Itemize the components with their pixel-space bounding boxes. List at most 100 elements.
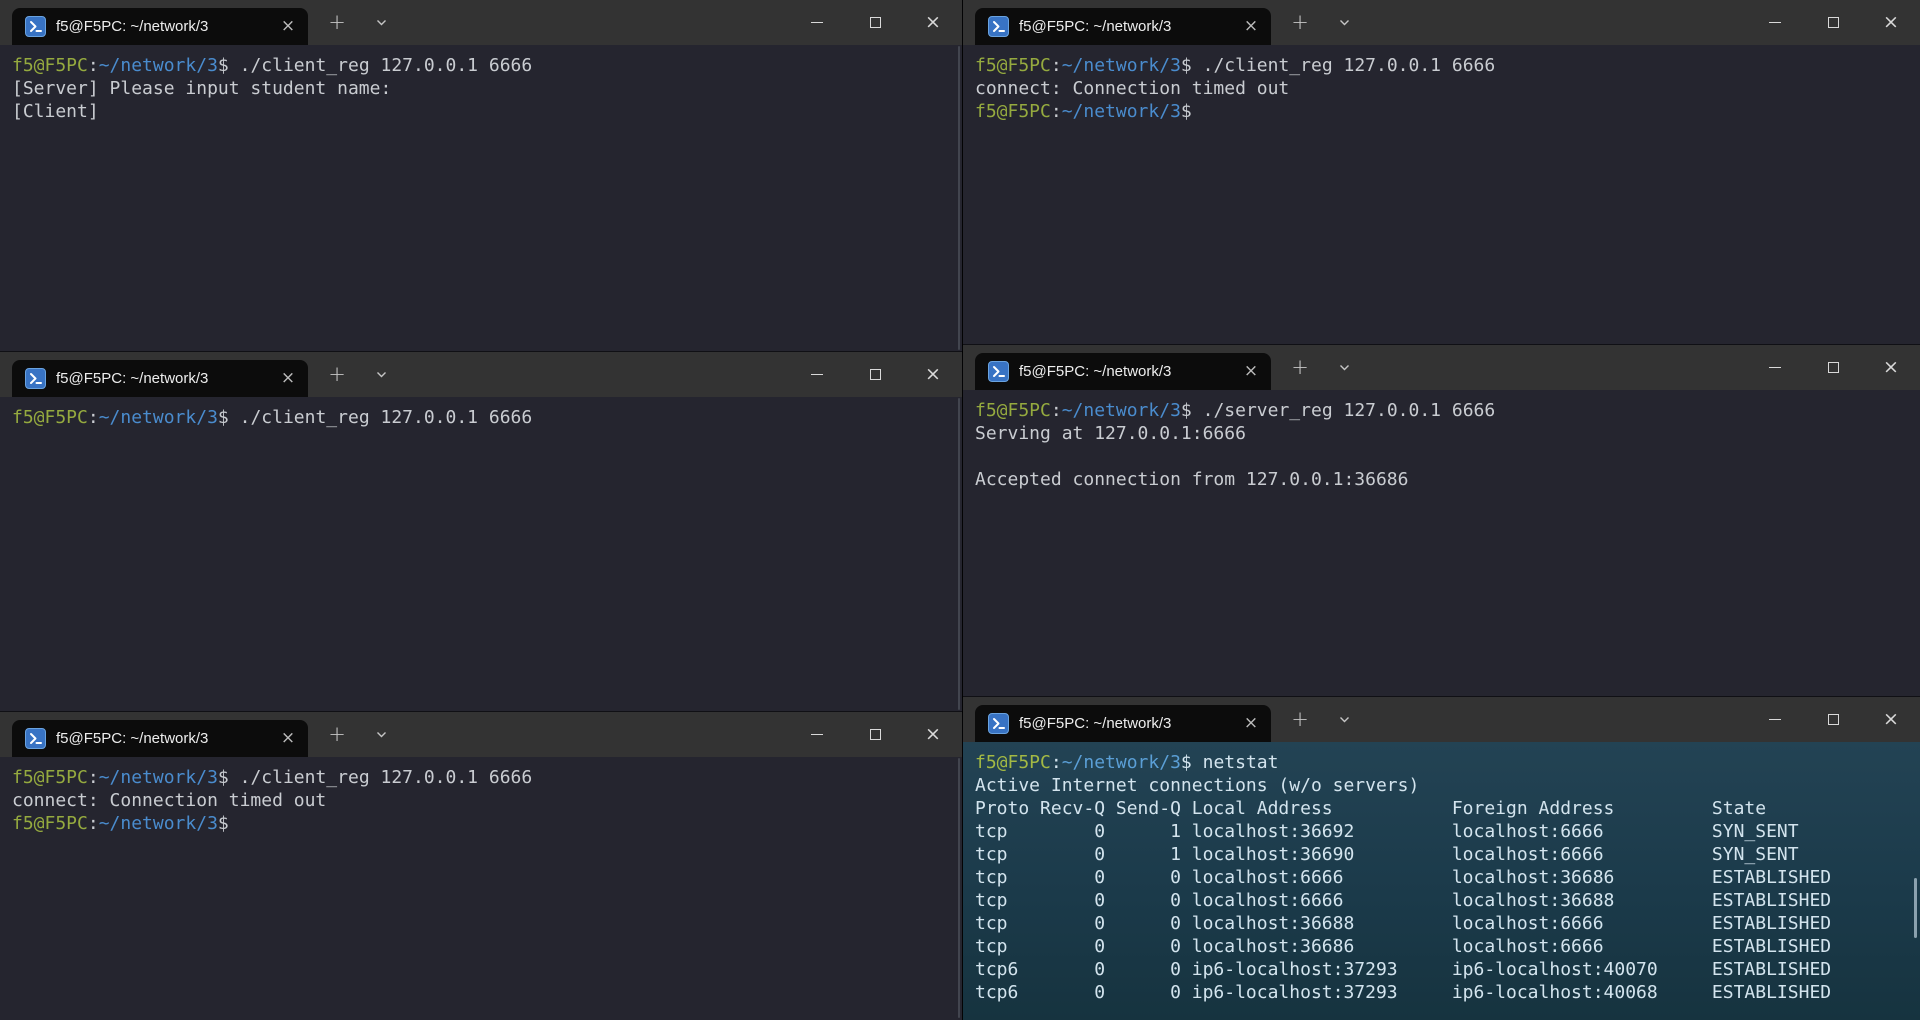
prompt-symbol: $ bbox=[218, 813, 229, 834]
command-text: ./server_reg 127.0.0.1 6666 bbox=[1203, 400, 1496, 421]
terminal-screen[interactable]: f5@F5PC:~/network/3$ ./client_reg 127.0.… bbox=[963, 45, 1920, 345]
maximize-button[interactable] bbox=[1804, 345, 1862, 390]
close-button[interactable]: × bbox=[904, 0, 962, 45]
minimize-button[interactable] bbox=[788, 352, 846, 397]
powershell-icon bbox=[988, 361, 1009, 382]
prompt-path: ~/network/3 bbox=[99, 813, 218, 834]
close-button[interactable]: × bbox=[1862, 345, 1920, 390]
terminal-line: connect: Connection timed out bbox=[975, 77, 1908, 100]
terminal-tab[interactable]: f5@F5PC: ~/network/3 × bbox=[975, 353, 1271, 390]
minimize-button[interactable] bbox=[788, 0, 846, 45]
terminal-screen[interactable]: f5@F5PC:~/network/3$ ./client_reg 127.0.… bbox=[0, 45, 962, 352]
terminal-tab[interactable]: f5@F5PC: ~/network/3 × bbox=[12, 360, 308, 397]
prompt-path: ~/network/3 bbox=[1062, 400, 1181, 421]
terminal-line bbox=[975, 445, 1908, 468]
window-controls: × bbox=[788, 0, 962, 45]
tab-bar: f5@F5PC: ~/network/3 × + × bbox=[963, 345, 1920, 390]
close-button[interactable]: × bbox=[904, 712, 962, 757]
terminal-line: tcp 0 0 localhost:36688 localhost:6666 E… bbox=[975, 912, 1908, 935]
tab-close-icon[interactable]: × bbox=[1237, 359, 1265, 385]
window-controls: × bbox=[788, 712, 962, 757]
window-controls: × bbox=[788, 352, 962, 397]
maximize-icon bbox=[870, 369, 881, 380]
powershell-icon bbox=[25, 368, 46, 389]
new-tab-button[interactable]: + bbox=[322, 360, 352, 390]
terminal-window-client-registering: f5@F5PC: ~/network/3 × + × f5@F5PC:~/net… bbox=[0, 0, 962, 352]
prompt-path: ~/network/3 bbox=[1062, 101, 1181, 122]
minimize-icon bbox=[811, 374, 823, 375]
terminal-line: f5@F5PC:~/network/3$ ./client_reg 127.0.… bbox=[12, 54, 950, 77]
terminal-window-client-timeout-top: f5@F5PC: ~/network/3 × + × f5@F5PC:~/net… bbox=[963, 0, 1920, 345]
tab-title: f5@F5PC: ~/network/3 bbox=[1019, 715, 1227, 732]
tab-bar: f5@F5PC: ~/network/3 × + × bbox=[0, 0, 962, 45]
window-controls: × bbox=[1746, 0, 1920, 45]
tab-close-icon[interactable]: × bbox=[274, 726, 302, 752]
minimize-icon bbox=[1769, 22, 1781, 23]
terminal-line: f5@F5PC:~/network/3$ ./client_reg 127.0.… bbox=[12, 406, 950, 429]
terminal-tab[interactable]: f5@F5PC: ~/network/3 × bbox=[975, 705, 1271, 742]
maximize-button[interactable] bbox=[1804, 0, 1862, 45]
terminal-line: [Server] Please input student name: bbox=[12, 77, 950, 100]
chevron-down-icon[interactable] bbox=[366, 8, 396, 38]
terminal-line: tcp 0 1 localhost:36692 localhost:6666 S… bbox=[975, 820, 1908, 843]
prompt-symbol: $ bbox=[218, 407, 229, 428]
terminal-line: tcp6 0 0 ip6-localhost:37293 ip6-localho… bbox=[975, 981, 1908, 1004]
terminal-line: tcp 0 0 localhost:36686 localhost:6666 E… bbox=[975, 935, 1908, 958]
chevron-down-icon[interactable] bbox=[1329, 8, 1359, 38]
close-button[interactable]: × bbox=[1862, 0, 1920, 45]
minimize-button[interactable] bbox=[1746, 697, 1804, 742]
prompt-separator: : bbox=[88, 407, 99, 428]
prompt-user: f5@F5PC bbox=[12, 813, 88, 834]
tab-close-icon[interactable]: × bbox=[274, 14, 302, 40]
terminal-line: f5@F5PC:~/network/3$ ./server_reg 127.0.… bbox=[975, 399, 1908, 422]
tab-title: f5@F5PC: ~/network/3 bbox=[56, 370, 264, 387]
new-tab-button[interactable]: + bbox=[1285, 8, 1315, 38]
close-button[interactable]: × bbox=[904, 352, 962, 397]
terminal-window-netstat: f5@F5PC: ~/network/3 × + × f5@F5PC:~/net… bbox=[963, 697, 1920, 1020]
terminal-tab[interactable]: f5@F5PC: ~/network/3 × bbox=[12, 8, 308, 45]
tab-close-icon[interactable]: × bbox=[274, 366, 302, 392]
terminal-screen[interactable]: f5@F5PC:~/network/3$ netstatActive Inter… bbox=[963, 742, 1920, 1020]
chevron-down-icon[interactable] bbox=[1329, 705, 1359, 735]
tab-title: f5@F5PC: ~/network/3 bbox=[1019, 363, 1227, 380]
tab-title: f5@F5PC: ~/network/3 bbox=[1019, 18, 1227, 35]
terminal-screen[interactable]: f5@F5PC:~/network/3$ ./client_reg 127.0.… bbox=[0, 397, 962, 712]
new-tab-button[interactable]: + bbox=[322, 720, 352, 750]
terminal-tab[interactable]: f5@F5PC: ~/network/3 × bbox=[975, 8, 1271, 45]
prompt-path: ~/network/3 bbox=[1062, 752, 1181, 773]
terminal-window-client-timeout-bottom: f5@F5PC: ~/network/3 × + × f5@F5PC:~/net… bbox=[0, 712, 962, 1020]
chevron-down-icon[interactable] bbox=[366, 720, 396, 750]
new-tab-button[interactable]: + bbox=[1285, 705, 1315, 735]
prompt-user: f5@F5PC bbox=[975, 752, 1051, 773]
minimize-button[interactable] bbox=[1746, 345, 1804, 390]
tab-bar: f5@F5PC: ~/network/3 × + × bbox=[0, 712, 962, 757]
new-tab-button[interactable]: + bbox=[322, 8, 352, 38]
terminal-screen[interactable]: f5@F5PC:~/network/3$ ./server_reg 127.0.… bbox=[963, 390, 1920, 697]
terminal-tab[interactable]: f5@F5PC: ~/network/3 × bbox=[12, 720, 308, 757]
close-button[interactable]: × bbox=[1862, 697, 1920, 742]
scrollbar-thumb[interactable] bbox=[1914, 878, 1917, 938]
maximize-button[interactable] bbox=[846, 352, 904, 397]
prompt-user: f5@F5PC bbox=[975, 400, 1051, 421]
maximize-button[interactable] bbox=[846, 712, 904, 757]
tab-close-icon[interactable]: × bbox=[1237, 14, 1265, 40]
prompt-symbol: $ bbox=[218, 767, 229, 788]
prompt-symbol: $ bbox=[1181, 400, 1192, 421]
terminal-line: tcp6 0 0 ip6-localhost:37293 ip6-localho… bbox=[975, 958, 1908, 981]
desktop: f5@F5PC: ~/network/3 × + × f5@F5PC:~/net… bbox=[0, 0, 1920, 1020]
minimize-button[interactable] bbox=[1746, 0, 1804, 45]
terminal-line: Proto Recv-Q Send-Q Local Address Foreig… bbox=[975, 797, 1908, 820]
terminal-screen[interactable]: f5@F5PC:~/network/3$ ./client_reg 127.0.… bbox=[0, 757, 962, 1020]
chevron-down-icon[interactable] bbox=[366, 360, 396, 390]
terminal-line: f5@F5PC:~/network/3$ ./client_reg 127.0.… bbox=[975, 54, 1908, 77]
prompt-separator: : bbox=[88, 767, 99, 788]
tab-close-icon[interactable]: × bbox=[1237, 711, 1265, 737]
new-tab-button[interactable]: + bbox=[1285, 353, 1315, 383]
minimize-button[interactable] bbox=[788, 712, 846, 757]
maximize-button[interactable] bbox=[1804, 697, 1862, 742]
maximize-button[interactable] bbox=[846, 0, 904, 45]
chevron-down-icon[interactable] bbox=[1329, 353, 1359, 383]
powershell-icon bbox=[25, 728, 46, 749]
prompt-path: ~/network/3 bbox=[99, 407, 218, 428]
terminal-line: f5@F5PC:~/network/3$ ./client_reg 127.0.… bbox=[12, 766, 950, 789]
